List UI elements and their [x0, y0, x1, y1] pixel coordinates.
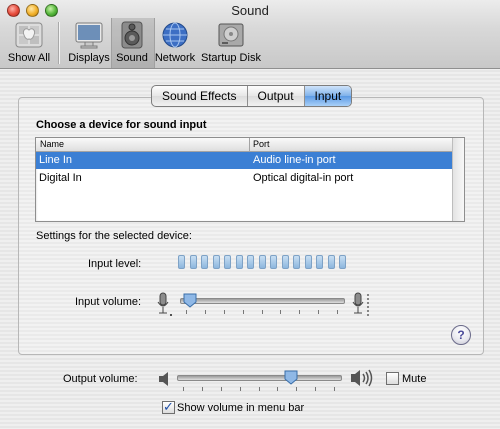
input-pane-groupbox	[18, 97, 484, 355]
output-volume-label: Output volume:	[63, 373, 138, 385]
level-segment	[339, 255, 346, 269]
input-volume-label: Input volume:	[75, 296, 142, 308]
microphone-low-icon	[157, 292, 172, 316]
speaker-icon	[121, 21, 143, 49]
output-volume-slider-thumb[interactable]	[284, 370, 298, 385]
slider-tick	[258, 387, 260, 391]
level-segment	[247, 255, 254, 269]
toolbar-label: Startup Disk	[201, 52, 261, 64]
slider-tick	[299, 310, 301, 314]
help-button[interactable]: ?	[451, 325, 471, 345]
slider-tick	[315, 387, 317, 391]
window-title: Sound	[231, 3, 269, 18]
settings-label: Settings for the selected device:	[36, 230, 192, 242]
speaker-high-icon	[351, 369, 373, 387]
slider-tick	[183, 387, 184, 391]
device-name: Digital In	[39, 172, 82, 184]
toolbar-show-all[interactable]: Show All	[6, 20, 52, 64]
table-scrollbar[interactable]	[452, 138, 464, 221]
level-segment	[189, 255, 197, 269]
toolbar-displays[interactable]: Displays	[68, 20, 110, 64]
level-segment	[304, 255, 312, 269]
slider-tick	[337, 310, 338, 314]
level-segment	[178, 255, 185, 269]
input-volume-slider-thumb[interactable]	[183, 293, 197, 308]
show-volume-menubar-checkbox[interactable]: ✓	[162, 399, 175, 414]
slider-tick	[318, 310, 320, 314]
slider-tick	[186, 310, 187, 314]
output-volume-track[interactable]	[177, 375, 342, 381]
level-segment	[293, 255, 300, 269]
checkmark-icon: ✓	[163, 399, 174, 414]
microphone-high-icon	[352, 292, 369, 316]
mute-checkbox[interactable]	[386, 372, 399, 385]
tab-sound-effects[interactable]: Sound Effects	[152, 86, 248, 106]
slider-tick	[277, 387, 279, 391]
slider-tick	[223, 310, 225, 314]
device-name: Line In	[39, 154, 73, 166]
slider-tick	[204, 310, 206, 314]
slider-tick	[261, 310, 263, 314]
hard-disk-icon	[218, 23, 244, 47]
sound-prefs-window: Sound Show All Displays Sound Network St…	[0, 0, 500, 429]
level-segment	[281, 255, 289, 269]
column-divider	[249, 138, 250, 151]
slider-tick	[242, 310, 244, 314]
input-volume-track[interactable]	[180, 298, 345, 304]
input-device-table[interactable]: Name Port Line In Audio line-in port Dig…	[35, 137, 465, 222]
toolbar-sound[interactable]: Sound	[112, 20, 152, 64]
apple-prefs-icon	[15, 22, 43, 48]
table-row[interactable]: Digital In Optical digital-in port	[36, 170, 452, 187]
level-segment	[235, 255, 243, 269]
show-volume-menubar-label: Show volume in menu bar	[177, 402, 305, 414]
column-header-port[interactable]: Port	[253, 139, 270, 149]
input-level-label: Input level:	[88, 258, 142, 270]
level-segment	[212, 255, 220, 269]
level-segment	[201, 255, 208, 269]
device-port: Optical digital-in port	[253, 172, 354, 184]
slider-tick	[220, 387, 222, 391]
slider-tick	[201, 387, 203, 391]
tab-output[interactable]: Output	[248, 86, 305, 106]
toolbar-label: Displays	[68, 52, 110, 64]
toolbar-label: Sound	[116, 52, 148, 64]
device-list-heading: Choose a device for sound input	[36, 119, 207, 131]
toolbar-separator	[58, 22, 59, 64]
network-globe-icon	[162, 22, 188, 48]
level-segment	[224, 255, 231, 269]
slider-tick	[239, 387, 241, 391]
title-toolbar: Sound Show All Displays Sound Network St…	[0, 0, 500, 69]
toolbar-network[interactable]: Network	[154, 20, 196, 64]
speaker-low-icon	[159, 372, 168, 386]
table-row[interactable]: Line In Audio line-in port	[36, 152, 452, 169]
mute-label: Mute	[402, 373, 427, 385]
slider-tick	[296, 387, 298, 391]
level-segment	[327, 255, 335, 269]
table-header: Name Port	[36, 138, 452, 152]
slider-tick	[280, 310, 282, 314]
pane-tabs: Sound Effects Output Input	[151, 85, 353, 107]
toolbar-startup-disk[interactable]: Startup Disk	[200, 20, 262, 64]
level-segment	[270, 255, 277, 269]
slider-tick	[334, 387, 335, 391]
toolbar-label: Network	[154, 52, 196, 64]
tab-input[interactable]: Input	[304, 86, 352, 106]
device-port: Audio line-in port	[253, 154, 336, 166]
display-icon	[75, 22, 103, 49]
column-header-name[interactable]: Name	[40, 139, 64, 149]
toolbar-label: Show All	[7, 52, 51, 64]
level-segment	[258, 255, 266, 269]
level-segment	[316, 255, 323, 269]
